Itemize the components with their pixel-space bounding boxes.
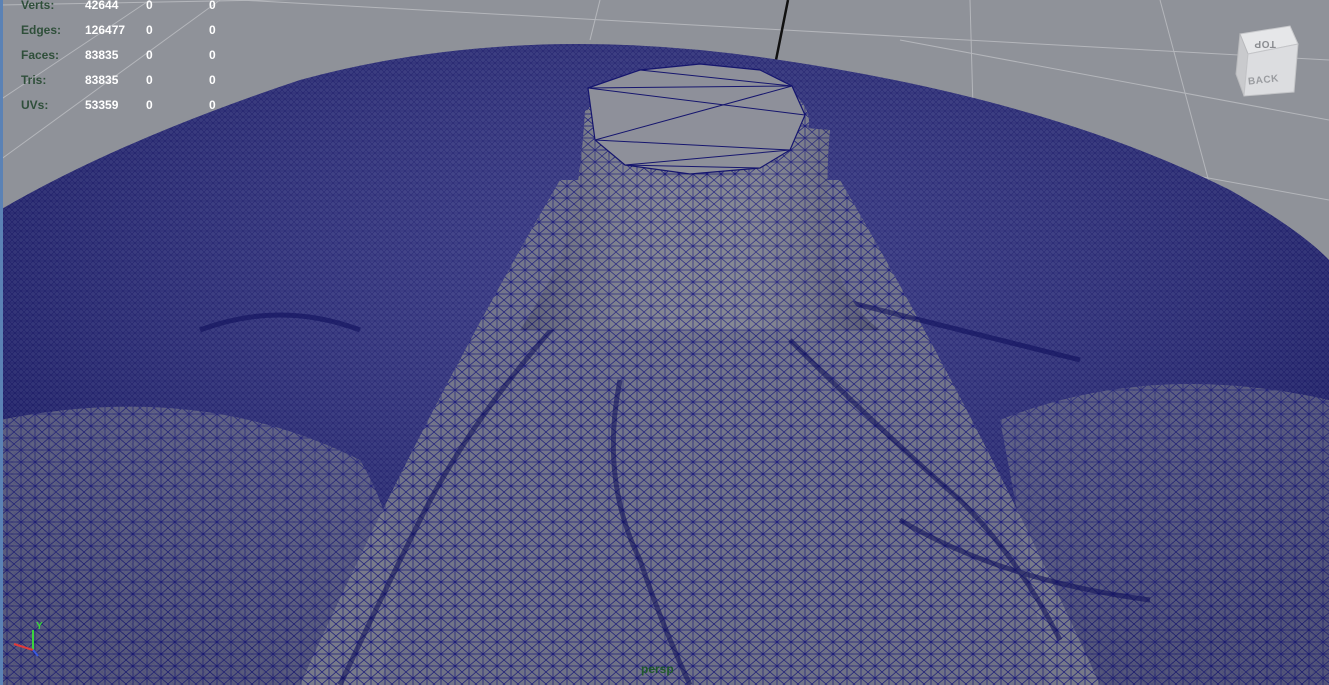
viewcube-icon[interactable]: TOP BACK bbox=[1234, 24, 1304, 104]
hud-value: 0 bbox=[209, 73, 216, 87]
hud-value: 42644 bbox=[85, 0, 119, 12]
viewport-left-border bbox=[0, 0, 3, 685]
stump-cap bbox=[587, 63, 806, 175]
hud-label: Tris: bbox=[21, 73, 47, 87]
hud-value: 83835 bbox=[85, 73, 119, 87]
hud-value: 0 bbox=[209, 23, 216, 37]
hud-value: 53359 bbox=[85, 98, 119, 112]
hud-value: 0 bbox=[146, 0, 153, 12]
hud-value: 0 bbox=[209, 0, 216, 12]
hud-value: 0 bbox=[146, 48, 153, 62]
viewport-scene bbox=[0, 0, 1329, 685]
hud-value: 0 bbox=[146, 23, 153, 37]
hud-label: Edges: bbox=[21, 23, 62, 37]
hud-label: Verts: bbox=[21, 0, 55, 12]
3d-viewport[interactable] bbox=[0, 0, 1329, 685]
hud-value: 0 bbox=[146, 98, 153, 112]
axis-y-label: Y bbox=[36, 621, 43, 632]
hud-value: 0 bbox=[209, 48, 216, 62]
camera-name-label: persp bbox=[641, 662, 674, 676]
hud-value: 0 bbox=[209, 98, 216, 112]
hud-value: 126477 bbox=[85, 23, 126, 37]
hud-label: UVs: bbox=[21, 98, 49, 112]
hud-value: 0 bbox=[146, 73, 153, 87]
hud-value: 83835 bbox=[85, 48, 119, 62]
viewcube-top-label[interactable]: TOP bbox=[1254, 38, 1276, 49]
hud-label: Faces: bbox=[21, 48, 60, 62]
axis-gizmo-icon: Y bbox=[8, 621, 44, 658]
